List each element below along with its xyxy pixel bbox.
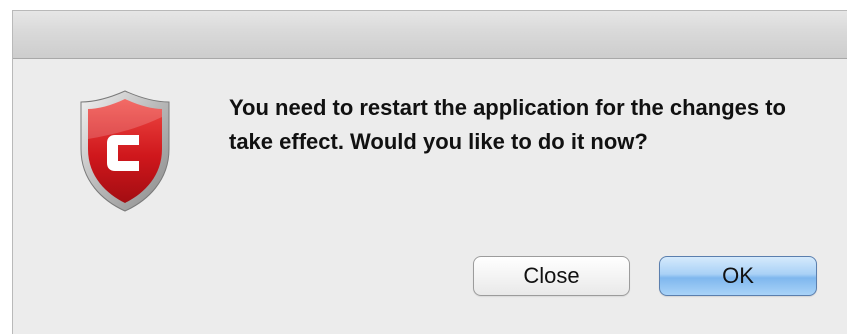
dialog-message: You need to restart the application for … [229, 95, 786, 154]
close-button-label: Close [523, 263, 580, 288]
restart-dialog: You need to restart the application for … [12, 10, 847, 334]
close-button[interactable]: Close [473, 256, 630, 296]
dialog-titlebar[interactable] [13, 11, 847, 59]
ok-button-label: OK [722, 263, 754, 288]
comodo-shield-icon [77, 89, 173, 213]
ok-button[interactable]: OK [659, 256, 817, 296]
